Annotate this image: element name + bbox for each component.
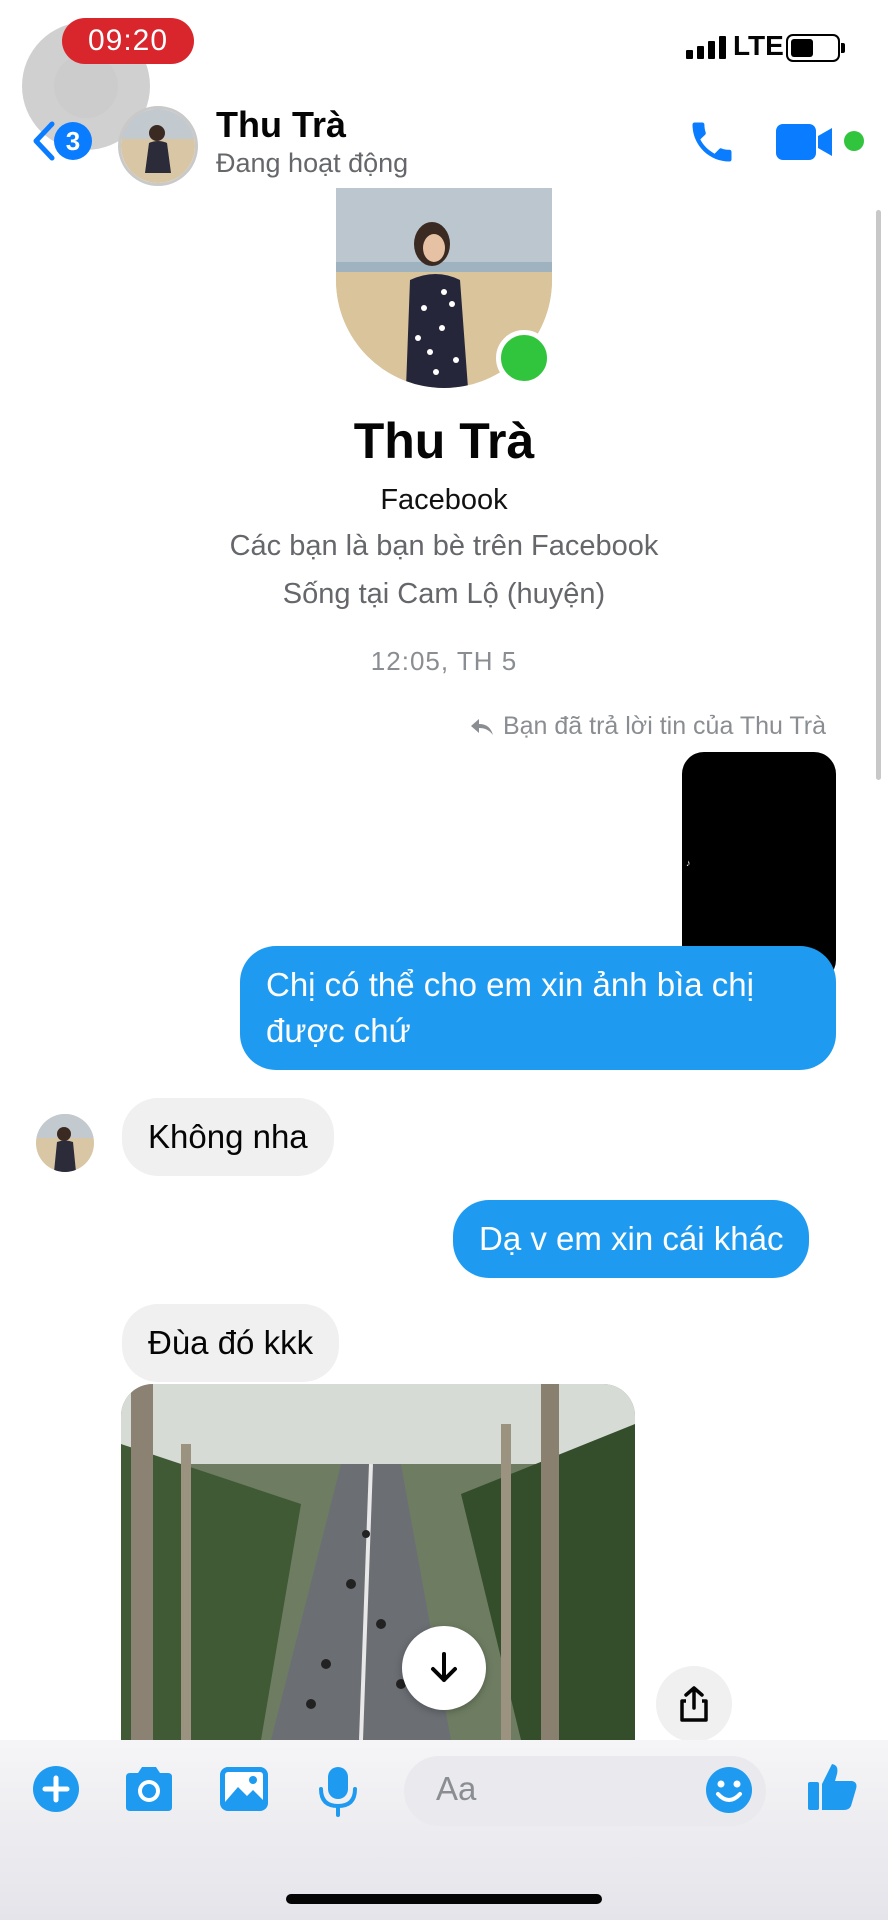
home-indicator (286, 1894, 602, 1904)
video-camera-icon (776, 124, 832, 160)
network-type: LTE (733, 30, 784, 61)
plus-icon (33, 1766, 79, 1812)
share-button[interactable] (656, 1666, 732, 1742)
reply-note-text: Bạn đã trả lời tin của Thu Trà (502, 712, 826, 740)
phone-icon (692, 122, 732, 162)
gallery-icon (220, 1767, 268, 1811)
like-button[interactable] (806, 1760, 860, 1819)
download-button[interactable] (402, 1626, 486, 1710)
download-icon (431, 1652, 457, 1682)
thread-timestamp: 12:05, TH 5 (370, 646, 518, 676)
unread-badge[interactable]: 3 (54, 122, 92, 160)
profile-online-indicator (496, 330, 552, 386)
microphone-icon (319, 1767, 357, 1817)
profile-name: Thu Trà (353, 413, 535, 469)
message-input-placeholder: Aa (436, 1770, 477, 1807)
contact-avatar[interactable] (118, 106, 198, 186)
profile-friends-note: Các bạn là bạn bè trên Facebook (229, 530, 659, 562)
header-online-indicator (844, 131, 864, 151)
contact-name[interactable]: Thu Trà (216, 104, 346, 146)
gallery-button[interactable] (218, 1765, 270, 1818)
emoji-icon (706, 1767, 752, 1813)
message-bubble-incoming[interactable]: Đùa đó kkk (122, 1304, 340, 1382)
reply-arrow-icon (470, 718, 493, 735)
shared-photo[interactable] (121, 1384, 635, 1740)
reply-note: Bạn đã trả lời tin của Thu Trà (469, 712, 826, 741)
camera-icon (126, 1767, 172, 1811)
audio-call-button[interactable] (686, 116, 738, 173)
message-bubble-outgoing[interactable]: Dạ v em xin cái khác (453, 1200, 810, 1278)
contact-status: Đang hoạt động (216, 148, 409, 178)
status-time: 09:20 (62, 18, 194, 64)
camera-button[interactable] (122, 1765, 176, 1818)
message-bubble-incoming[interactable]: Không nha (122, 1098, 334, 1176)
more-actions-button[interactable] (32, 1765, 80, 1818)
profile-location: Sống tại Cam Lộ (huyện) (282, 578, 606, 610)
profile-source: Facebook (380, 484, 508, 516)
battery-icon (786, 34, 845, 62)
signal-strength-icon (686, 36, 726, 59)
video-call-button[interactable] (776, 122, 836, 167)
share-icon (680, 1686, 708, 1722)
voice-message-button[interactable] (316, 1765, 360, 1822)
tiktok-icon: ♪ (686, 858, 691, 868)
sender-avatar[interactable] (36, 1114, 94, 1172)
emoji-button[interactable] (704, 1765, 754, 1820)
message-bubble-outgoing[interactable]: Chị có thể cho em xin ảnh bìa chị được c… (240, 946, 836, 1070)
thumbs-up-icon (808, 1764, 857, 1810)
